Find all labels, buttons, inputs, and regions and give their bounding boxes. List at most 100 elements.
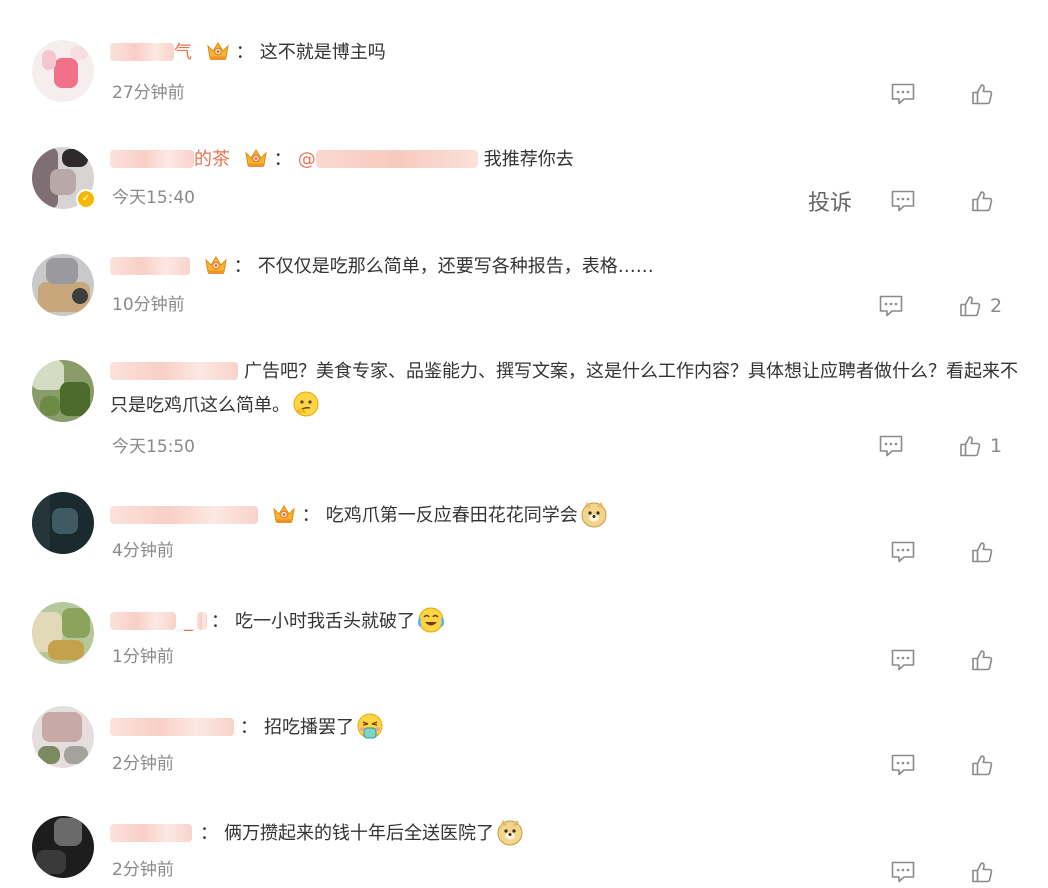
avatar[interactable] [32,602,94,664]
avatar[interactable] [32,40,94,102]
comment-actions [888,749,1048,781]
timestamp: 27分钟前 [112,83,185,103]
colon: ： [211,611,229,632]
reply-comment-icon [878,294,904,318]
avatar[interactable] [32,360,94,422]
thumbs-up-icon [970,189,994,213]
thumbs-up-icon [970,648,994,672]
colon: ： [301,505,320,526]
comment-text-line: _ ： 吃一小时我舌头就破了 [110,606,1018,634]
timestamp: 2分钟前 [112,860,174,880]
comment-body: 不仅仅是吃那么简单，还要写各种报告，表格…… [257,256,654,277]
member-crown-icon [206,40,230,62]
reply-comment-icon [890,860,916,884]
colon: ： [273,149,292,170]
colon: ： [235,42,254,63]
like-button[interactable]: 1 [958,430,1002,462]
comment-text-line: ：不仅仅是吃那么简单，还要写各种报告，表格…… [110,254,1018,279]
avatar[interactable] [32,816,94,878]
colon: ： [240,717,258,738]
comment-text-line: 气 ：这不就是博主吗 [110,40,1018,65]
avatar[interactable] [32,492,94,554]
like-button[interactable] [970,856,1002,888]
like-button[interactable] [970,749,1002,781]
doge-emoji-icon [497,820,523,846]
timestamp: 今天15:50 [112,437,195,457]
reply-comment-icon [878,434,904,458]
comment-actions [888,644,1048,676]
comment-body: 广告吧？美食专家、品鉴能力、撰写文案，这是什么工作内容？具体想让应聘者做什么？看… [110,361,1018,416]
reply-button[interactable] [890,536,916,568]
username-blurred[interactable] [197,612,207,630]
avatar[interactable] [32,706,94,768]
username-blurred[interactable] [110,43,174,61]
mention[interactable]: @ [298,149,316,170]
comment-actions [888,856,1048,888]
reply-button[interactable] [878,430,904,462]
comment-actions: 2 [888,290,1048,322]
comment-text-line: ：吃鸡爪第一反应春田花花同学会 [110,500,1018,528]
timestamp: 1分钟前 [112,647,174,667]
report-button[interactable]: 投诉 [808,185,852,217]
reply-button[interactable] [890,644,916,676]
like-button[interactable] [970,78,1002,110]
timestamp: 2分钟前 [112,754,174,774]
reply-button[interactable] [890,78,916,110]
comment-body: 吃鸡爪第一反应春田花花同学会 [325,505,578,526]
username-blurred[interactable] [110,257,190,275]
username[interactable]: 气 [174,42,192,63]
reply-comment-icon [890,648,916,672]
comment-actions [888,536,1048,568]
sick-emoji-icon [357,713,383,739]
comment-body: 招吃播罢了 [264,717,354,738]
member-crown-icon [272,503,296,525]
comment-actions [888,78,1048,110]
comment-text-line: 广告吧？美食专家、品鉴能力、撰写文案，这是什么工作内容？具体想让应聘者做什么？看… [110,355,1018,423]
colon: ： [233,256,252,277]
username[interactable]: _ [184,611,193,632]
username-blurred[interactable] [110,824,192,842]
comment-body: 俩万攒起来的钱十年后全送医院了 [224,823,494,844]
thumbs-up-icon [970,540,994,564]
reply-comment-icon [890,753,916,777]
colon: ： [200,823,218,844]
like-button[interactable] [970,185,1002,217]
mention-blurred[interactable] [315,150,478,168]
like-count: 1 [990,435,1003,457]
crying-laughing-emoji-icon [418,607,444,633]
comment-actions: 1 [888,430,1048,462]
doge-emoji-icon [581,502,607,528]
member-crown-icon [204,254,228,276]
verified-badge-icon: ✓ [76,189,96,209]
username[interactable]: 的茶 [194,149,230,170]
thumbs-up-icon [970,753,994,777]
timestamp: 4分钟前 [112,541,174,561]
like-button[interactable] [970,644,1002,676]
reply-button[interactable] [890,856,916,888]
timestamp: 今天15:40 [112,188,195,208]
thinking-emoji-icon [293,391,319,417]
username-blurred[interactable] [110,506,258,524]
comment-body: 我推荐你去 [483,149,574,170]
thumbs-up-icon [958,434,982,458]
like-count: 2 [990,295,1003,317]
reply-comment-icon [890,82,916,106]
comment-body: 吃一小时我舌头就破了 [235,611,415,632]
username-blurred[interactable] [110,718,234,736]
comment-actions: 投诉 [808,185,1048,217]
comment-text-line: ： 俩万攒起来的钱十年后全送医院了 [110,818,1018,846]
comment-text-line: 的茶 ： @ 我推荐你去 [110,147,1018,172]
reply-comment-icon [890,540,916,564]
like-button[interactable]: 2 [958,290,1002,322]
member-crown-icon [244,147,268,169]
username-blurred[interactable] [110,150,194,168]
like-button[interactable] [970,536,1002,568]
comment-text-line: ： 招吃播罢了 [110,712,1018,740]
reply-button[interactable] [890,185,916,217]
avatar[interactable] [32,254,94,316]
username-blurred[interactable] [110,612,176,630]
reply-button[interactable] [890,749,916,781]
username-blurred[interactable] [110,362,238,380]
reply-button[interactable] [878,290,904,322]
thumbs-up-icon [958,294,982,318]
